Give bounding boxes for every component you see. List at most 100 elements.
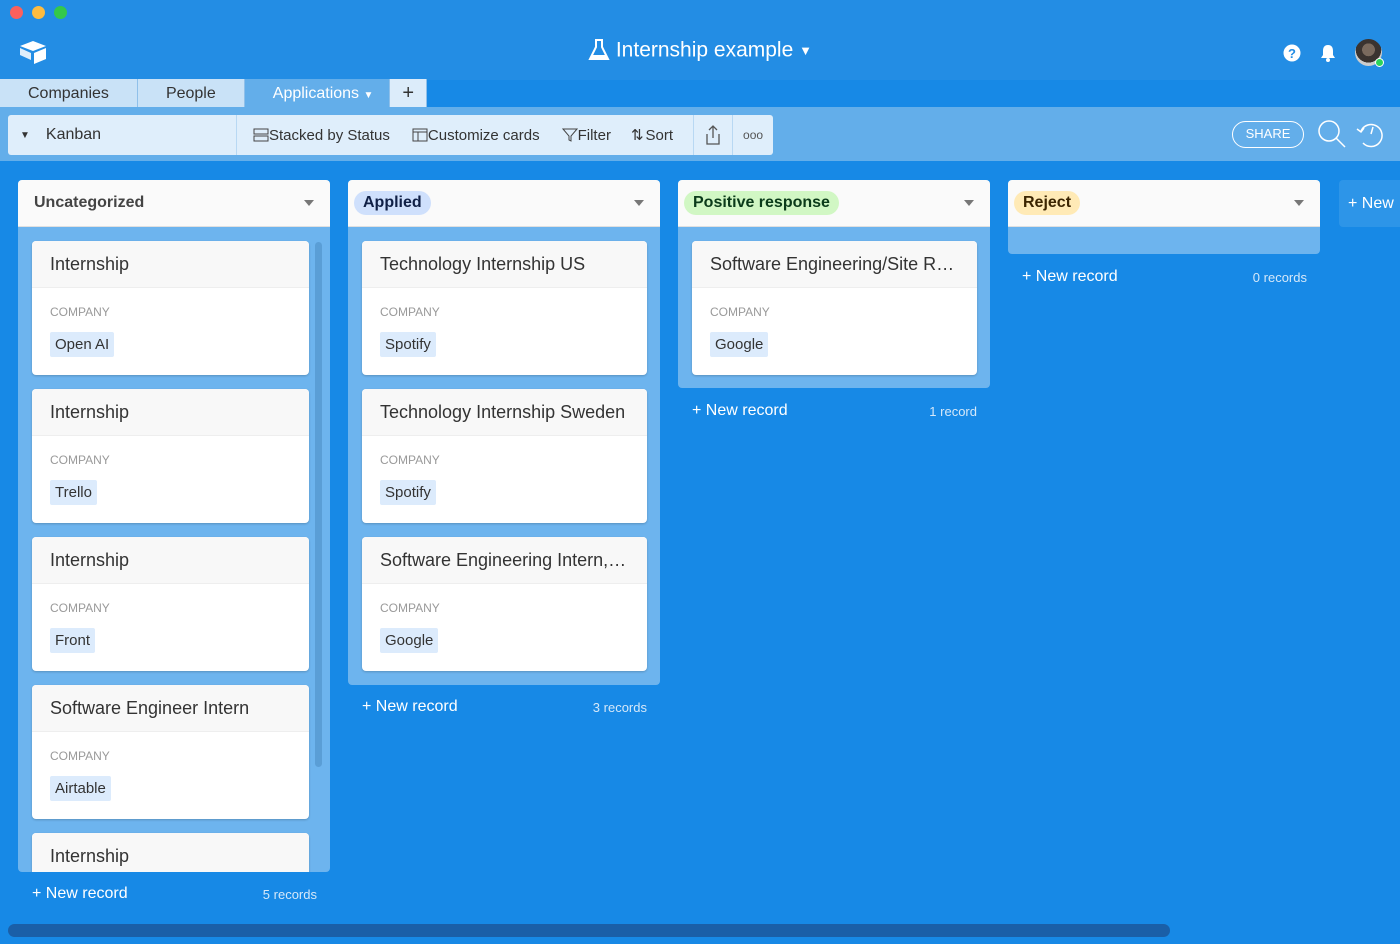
online-status-indicator: [1375, 58, 1384, 67]
kanban-card[interactable]: Internship: [32, 833, 309, 872]
tab-companies[interactable]: Companies: [0, 79, 138, 108]
kanban-card[interactable]: Internship COMPANY Trello: [32, 389, 309, 523]
column-footer: + New record 5 records: [32, 885, 317, 903]
horizontal-scrollbar[interactable]: [8, 924, 1170, 937]
add-table-button[interactable]: +: [390, 79, 428, 108]
record-count: 1 record: [929, 403, 977, 419]
caret-down-icon[interactable]: [634, 200, 644, 206]
column-footer: + New record 1 record: [692, 402, 977, 420]
kanban-card[interactable]: Software Engineering/Site Reliability COM…: [692, 241, 977, 375]
sort-label: Sort: [645, 126, 674, 144]
new-record-button[interactable]: + New record: [1022, 268, 1118, 286]
column-header[interactable]: Reject: [1008, 180, 1320, 227]
bell-icon[interactable]: [1319, 43, 1337, 63]
kanban-card[interactable]: Software Engineer Intern COMPANY Airtable: [32, 685, 309, 819]
field-label: COMPANY: [50, 749, 110, 763]
share-button[interactable]: SHARE: [1232, 121, 1304, 148]
sort-icon: ⇅: [630, 127, 644, 144]
search-icon[interactable]: [1317, 119, 1347, 149]
card-title: Technology Internship Sweden: [362, 389, 647, 436]
base-title[interactable]: Internship example ▼: [0, 38, 1400, 62]
share-export-icon: [706, 125, 720, 145]
kanban-column-reject: Reject: [1008, 180, 1320, 254]
card-title: Internship: [32, 833, 309, 872]
caret-down-icon[interactable]: [964, 200, 974, 206]
company-chip: Airtable: [50, 776, 111, 801]
sort-button[interactable]: ⇅ Sort: [619, 115, 695, 155]
filter-icon: [561, 128, 578, 142]
field-label: COMPANY: [50, 305, 110, 319]
status-badge: Reject: [1014, 191, 1081, 215]
new-record-button[interactable]: + New record: [362, 698, 458, 716]
field-label: COMPANY: [710, 305, 770, 319]
column-scrollbar[interactable]: [315, 242, 322, 767]
chevron-down-icon: ▼: [363, 90, 374, 101]
table-tabs: Companies People Applications ▼ +: [0, 79, 428, 108]
field-label: COMPANY: [380, 601, 440, 615]
filter-button[interactable]: Filter: [548, 115, 619, 155]
filter-label: Filter: [577, 126, 611, 144]
close-window-button[interactable]: [10, 6, 23, 19]
field-label: COMPANY: [50, 601, 110, 615]
record-count: 0 records: [1252, 269, 1307, 285]
kanban-card[interactable]: Internship COMPANY Open AI: [32, 241, 309, 375]
kanban-column-applied: Applied Technology Internship US COMPANY S…: [348, 180, 660, 685]
stacked-label: Stacked by Status: [269, 126, 390, 144]
kanban-column-positive-response: Positive response Software Engineering/S…: [678, 180, 990, 388]
company-chip: Spotify: [380, 332, 436, 357]
card-title: Internship: [32, 537, 309, 584]
help-icon[interactable]: ?: [1283, 44, 1301, 62]
new-record-button[interactable]: + New record: [32, 885, 128, 903]
new-stack-button[interactable]: + New: [1339, 180, 1400, 227]
company-chip: Google: [380, 628, 439, 653]
new-record-button[interactable]: + New record: [692, 402, 788, 420]
company-chip: Open AI: [50, 332, 115, 357]
view-name: Kanban: [45, 126, 102, 143]
column-title: Uncategorized: [34, 194, 145, 211]
field-label: COMPANY: [380, 453, 440, 467]
record-count: 5 records: [262, 886, 317, 902]
kanban-card[interactable]: Technology Internship Sweden COMPANY Spoti…: [362, 389, 647, 523]
view-toolbar: ▼ Kanban Stacked by Status Customize card…: [8, 115, 774, 155]
card-title: Internship: [32, 389, 309, 436]
caret-down-icon[interactable]: [304, 200, 314, 206]
svg-text:?: ?: [1288, 46, 1296, 61]
view-switcher[interactable]: ▼ Kanban: [8, 115, 237, 155]
company-chip: Trello: [50, 480, 97, 505]
column-header[interactable]: Uncategorized: [18, 180, 330, 227]
customize-label: Customize cards: [427, 126, 540, 144]
kanban-card[interactable]: Technology Internship US COMPANY Spotify: [362, 241, 647, 375]
minimize-window-button[interactable]: [32, 6, 45, 19]
card-title: Technology Internship US: [362, 241, 647, 288]
kanban-card[interactable]: Software Engineering Intern, Google COMPA…: [362, 537, 647, 671]
column-header[interactable]: Applied: [348, 180, 660, 227]
stacked-by-button[interactable]: Stacked by Status: [237, 115, 398, 155]
caret-down-icon[interactable]: [1294, 200, 1304, 206]
field-label: COMPANY: [380, 305, 440, 319]
stack-icon: [253, 128, 269, 142]
share-view-button[interactable]: [694, 115, 734, 155]
card-title: Internship: [32, 241, 309, 288]
kanban-column-uncategorized: Uncategorized Internship COMPANY Open AI I…: [18, 180, 330, 872]
card-title: Software Engineer Intern: [32, 685, 309, 732]
flask-icon: [588, 39, 610, 61]
history-icon[interactable]: [1355, 119, 1387, 149]
card-title: Software Engineering/Site Reliability: [692, 241, 977, 288]
record-count: 3 records: [592, 699, 647, 715]
tab-people[interactable]: People: [137, 79, 245, 108]
company-chip: Spotify: [380, 480, 436, 505]
column-header[interactable]: Positive response: [678, 180, 990, 227]
tab-applications[interactable]: Applications ▼: [244, 79, 391, 108]
base-title-text: Internship example: [615, 38, 794, 62]
company-chip: Google: [710, 332, 769, 357]
customize-cards-button[interactable]: Customize cards: [398, 115, 548, 155]
status-badge: Applied: [354, 191, 431, 215]
field-label: COMPANY: [50, 453, 110, 467]
more-options-button[interactable]: ooo: [733, 115, 773, 155]
maximize-window-button[interactable]: [54, 6, 67, 19]
column-footer: + New record 0 records: [1022, 268, 1307, 286]
kanban-card[interactable]: Internship COMPANY Front: [32, 537, 309, 671]
tab-label: Applications: [272, 85, 360, 102]
caret-down-icon: ▼: [20, 129, 30, 141]
column-footer: + New record 3 records: [362, 698, 647, 716]
